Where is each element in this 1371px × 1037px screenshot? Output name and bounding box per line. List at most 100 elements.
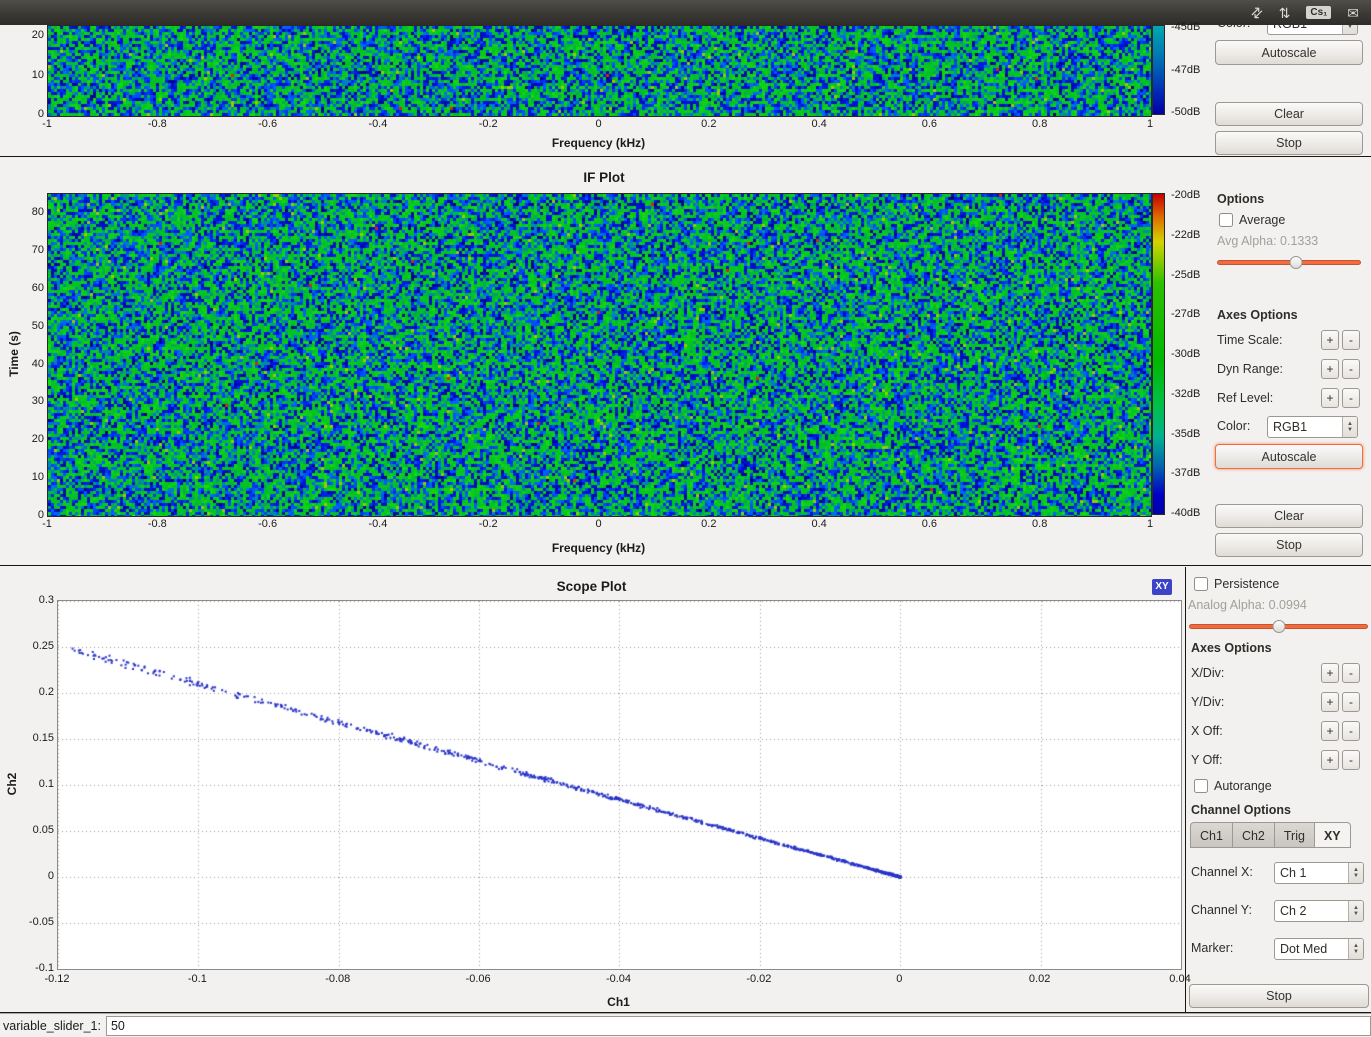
persistence-checkbox[interactable] [1194, 577, 1208, 591]
if-color-select[interactable]: RGB1 ▲▼ [1267, 416, 1358, 438]
spinner-arrows-icon[interactable]: ▲▼ [1342, 25, 1357, 34]
spinner-arrows-icon[interactable]: ▲▼ [1348, 901, 1363, 921]
top-color-select[interactable]: RGB1 ▲▼ [1267, 25, 1358, 35]
top-colorbar-ticks: -45dB-47dB-50dB [1171, 27, 1213, 112]
y-div-plus-button[interactable]: + [1321, 692, 1339, 712]
y-div-row: Y/Div: + - [1191, 692, 1363, 714]
spinner-arrows-icon[interactable]: ▲▼ [1342, 417, 1357, 437]
top-y-axis-ticks: 20100 [20, 35, 44, 114]
x-off-label: X Off: [1191, 724, 1223, 738]
top-color-label: Color: [1217, 25, 1250, 30]
if-color-value: RGB1 [1268, 417, 1342, 437]
if-x-axis-label: Frequency (kHz) [47, 541, 1150, 555]
average-checkbox[interactable] [1219, 213, 1233, 227]
scope-xy-plot[interactable] [57, 600, 1182, 970]
scope-x-axis-ticks: -0.12-0.1-0.08-0.06-0.04-0.0200.020.04 [57, 973, 1180, 986]
autorange-checkbox[interactable] [1194, 779, 1208, 793]
slider-handle[interactable] [1272, 620, 1285, 633]
persistence-option[interactable]: Persistence [1194, 576, 1279, 592]
average-label: Average [1239, 213, 1285, 227]
scope-y-axis-ticks: 0.30.250.20.150.10.050-0.05-0.1 [22, 600, 54, 968]
app-window: ⇅ ⇅ Cs₁ ✉ 20100 -1-0.8-0.6-0.4-0.200.20.… [0, 0, 1371, 1037]
marker-select[interactable]: Dot Med ▲▼ [1274, 938, 1364, 960]
y-off-minus-button[interactable]: - [1342, 750, 1360, 770]
ref-level-minus-button[interactable]: - [1342, 388, 1360, 408]
x-div-label: X/Div: [1191, 666, 1224, 680]
ref-level-row: Ref Level: + - [1217, 388, 1363, 410]
if-colorbar [1152, 193, 1165, 515]
time-scale-minus-button[interactable]: - [1342, 330, 1360, 350]
if-colorbar-ticks: -20dB-22dB-25dB-27dB-30dB-32dB-35dB-37dB… [1171, 195, 1213, 513]
y-off-row: Y Off: + - [1191, 750, 1363, 772]
top-stop-button[interactable]: Stop [1215, 131, 1363, 155]
keyboard-layout-indicator[interactable]: Cs₁ [1306, 6, 1331, 19]
average-option[interactable]: Average [1219, 212, 1285, 228]
dyn-range-row: Dyn Range: + - [1217, 359, 1363, 381]
channel-y-row: Channel Y: Ch 2 ▲▼ [1191, 900, 1363, 922]
variable-slider-input[interactable] [106, 1016, 1371, 1036]
slider-handle[interactable] [1290, 256, 1303, 269]
tab-ch2[interactable]: Ch2 [1232, 822, 1274, 848]
if-waterfall-plot[interactable] [47, 193, 1152, 517]
tab-trig[interactable]: Trig [1274, 822, 1314, 848]
x-off-row: X Off: + - [1191, 721, 1363, 743]
top-clear-button[interactable]: Clear [1215, 102, 1363, 126]
marker-label: Marker: [1191, 941, 1233, 955]
autorange-label: Autorange [1214, 779, 1272, 793]
top-autoscale-button[interactable]: Autoscale [1215, 40, 1363, 65]
tab-xy[interactable]: XY [1314, 822, 1351, 848]
ref-level-label: Ref Level: [1217, 391, 1273, 405]
time-scale-row: Time Scale: + - [1217, 330, 1363, 352]
marker-value: Dot Med [1275, 939, 1348, 959]
avg-alpha-slider[interactable] [1217, 255, 1361, 269]
if-color-row: Color: RGB1 ▲▼ [1217, 416, 1363, 438]
if-y-axis-ticks: 80706050403020100 [18, 212, 44, 515]
spinner-arrows-icon[interactable]: ▲▼ [1348, 863, 1363, 883]
channel-y-select[interactable]: Ch 2 ▲▼ [1274, 900, 1364, 922]
top-colorbar [1152, 25, 1165, 115]
if-control-panel: Options Average Avg Alpha: 0.1333 Axes O… [1213, 158, 1365, 566]
network-disconnected-icon[interactable]: ⇅ [1248, 3, 1266, 21]
time-scale-plus-button[interactable]: + [1321, 330, 1339, 350]
xy-mode-badge: XY [1152, 579, 1172, 595]
scope-x-axis-label: Ch1 [57, 995, 1180, 1009]
updown-arrows-icon[interactable]: ⇅ [1279, 6, 1291, 20]
x-off-minus-button[interactable]: - [1342, 721, 1360, 741]
variable-slider-label: variable_slider_1: [0, 1019, 106, 1033]
dyn-range-plus-button[interactable]: + [1321, 359, 1339, 379]
statusbar: variable_slider_1: [0, 1013, 1371, 1037]
options-heading: Options [1217, 192, 1264, 206]
spinner-arrows-icon[interactable]: ▲▼ [1348, 939, 1363, 959]
dyn-range-label: Dyn Range: [1217, 362, 1283, 376]
channel-y-label: Channel Y: [1191, 903, 1252, 917]
scope-plot-section: Scope Plot XY Ch2 0.30.250.20.150.10.050… [0, 567, 1371, 1013]
x-div-minus-button[interactable]: - [1342, 663, 1360, 683]
scope-y-axis-label: Ch2 [5, 773, 19, 796]
ref-level-plus-button[interactable]: + [1321, 388, 1339, 408]
y-div-minus-button[interactable]: - [1342, 692, 1360, 712]
top-control-panel: Color: RGB1 ▲▼ Autoscale Clear Stop [1213, 25, 1365, 157]
dyn-range-minus-button[interactable]: - [1342, 359, 1360, 379]
top-waterfall-section: 20100 -1-0.8-0.6-0.4-0.200.20.40.60.81 F… [0, 25, 1371, 157]
y-off-label: Y Off: [1191, 753, 1223, 767]
if-x-axis-ticks: -1-0.8-0.6-0.4-0.200.20.40.60.81 [47, 518, 1150, 531]
tab-ch1[interactable]: Ch1 [1190, 822, 1232, 848]
if-clear-button[interactable]: Clear [1215, 504, 1363, 528]
y-off-plus-button[interactable]: + [1321, 750, 1339, 770]
channel-x-select[interactable]: Ch 1 ▲▼ [1274, 862, 1364, 884]
if-plot-title: IF Plot [0, 170, 1208, 185]
scope-stop-button[interactable]: Stop [1189, 984, 1369, 1008]
channel-x-label: Channel X: [1191, 865, 1253, 879]
x-off-plus-button[interactable]: + [1321, 721, 1339, 741]
top-waterfall-plot[interactable] [47, 25, 1152, 117]
mail-icon[interactable]: ✉ [1347, 6, 1359, 20]
time-scale-label: Time Scale: [1217, 333, 1283, 347]
persistence-label: Persistence [1214, 577, 1279, 591]
top-x-axis-label: Frequency (kHz) [47, 136, 1150, 150]
if-stop-button[interactable]: Stop [1215, 533, 1363, 557]
autorange-option[interactable]: Autorange [1194, 778, 1272, 794]
if-autoscale-button[interactable]: Autoscale [1215, 444, 1363, 469]
analog-alpha-slider[interactable] [1189, 619, 1368, 633]
y-div-label: Y/Div: [1191, 695, 1224, 709]
x-div-plus-button[interactable]: + [1321, 663, 1339, 683]
